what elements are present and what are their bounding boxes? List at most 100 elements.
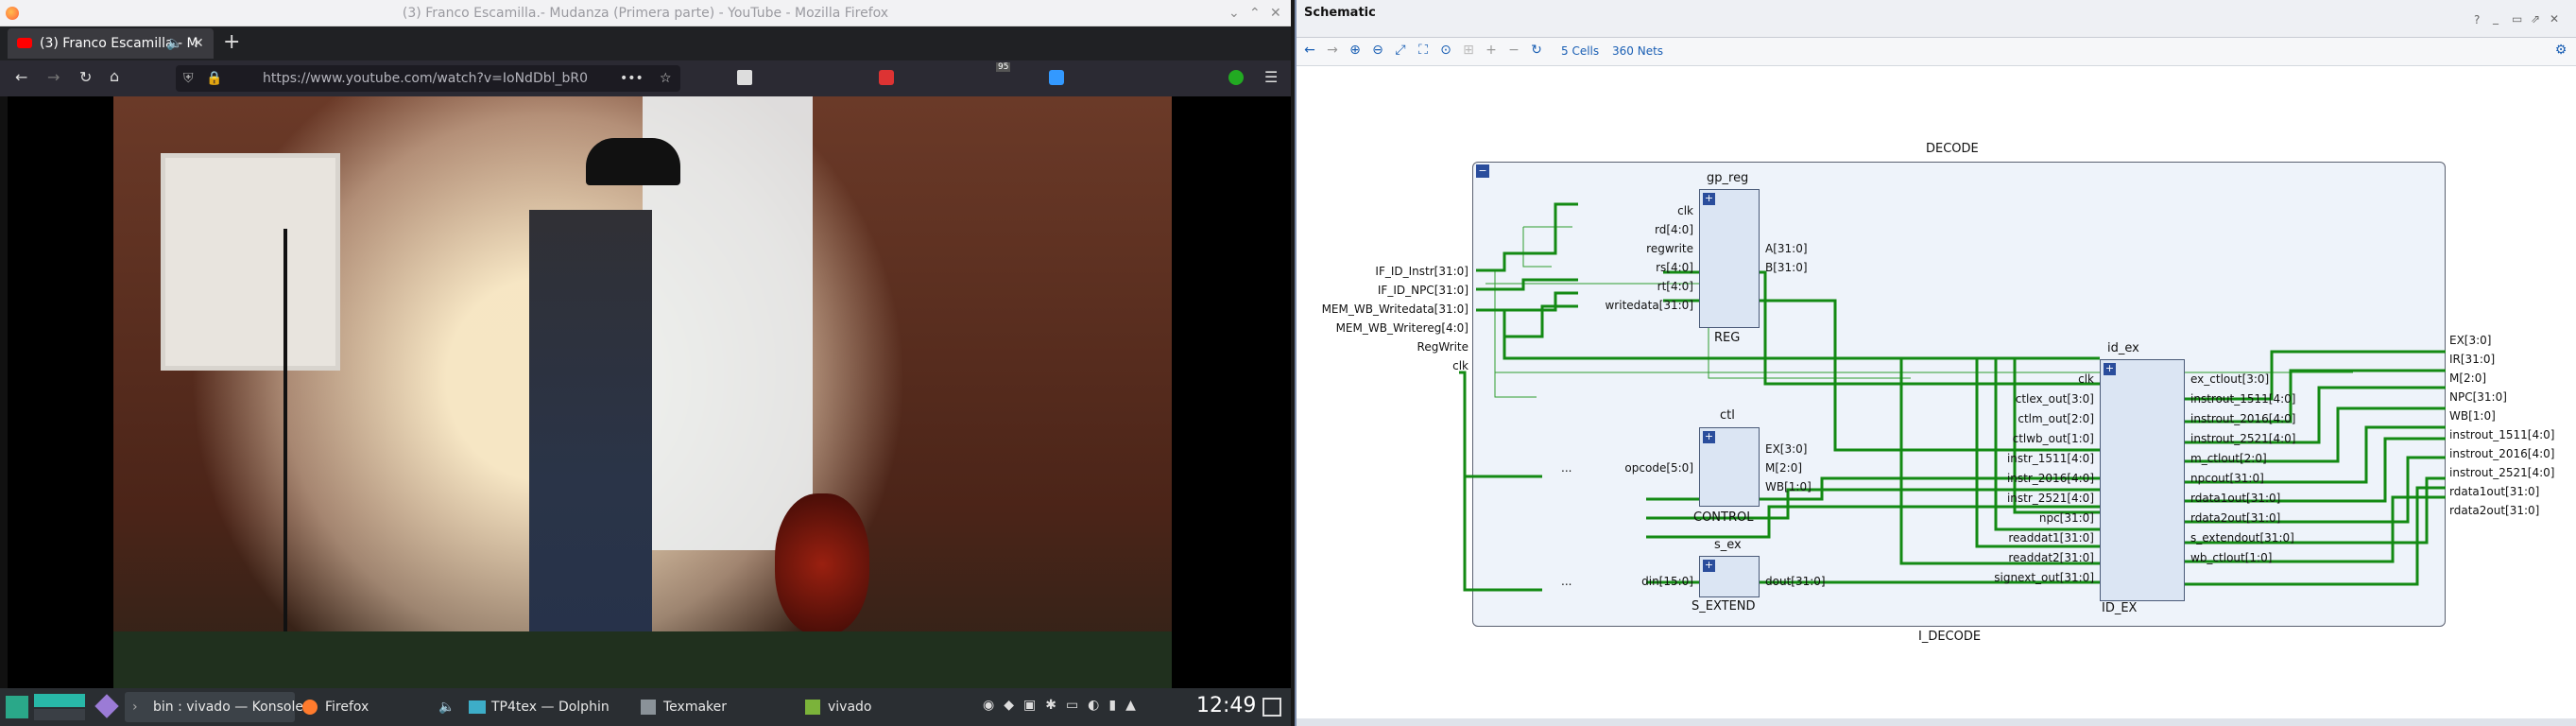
port-if-id-npc[interactable]: IF_ID_NPC[31:0] [1365, 284, 1468, 297]
back-arrow-icon[interactable]: ← [1300, 43, 1319, 58]
id-ex-npc: npc[31:0] [2038, 511, 2094, 525]
tab-close-icon[interactable]: ✕ [193, 28, 204, 59]
vivado-bottom-border [1297, 718, 2576, 726]
tab-youtube[interactable]: (3) Franco Escamilla.- M 🔈 ✕ [8, 28, 214, 59]
restore-panel-icon[interactable]: ▭ [2512, 12, 2522, 26]
port-mem-wb-writereg[interactable]: MEM_WB_Writereg[4:0] [1308, 321, 1468, 335]
zoom-fit-icon[interactable]: ⤢ [1391, 43, 1410, 58]
expand-s-ex-icon[interactable]: + [1703, 560, 1715, 572]
back-icon[interactable]: ← [15, 68, 27, 86]
gp-reg-rt: rt[4:0] [1657, 280, 1693, 293]
id-ex-ex-ctlout: ex_ctlout[3:0] [2190, 372, 2270, 386]
zoom-out-icon[interactable]: ⊖ [1368, 43, 1387, 58]
window-title: (3) Franco Escamilla.- Mudanza (Primera … [402, 6, 889, 21]
speaker-icon[interactable]: 🔈 [166, 28, 182, 59]
port-regwrite[interactable]: RegWrite [1365, 340, 1468, 354]
extension-green-icon[interactable] [1228, 70, 1244, 85]
home-icon[interactable]: ⌂ [110, 67, 119, 85]
forward-arrow-icon[interactable]: → [1323, 43, 1342, 58]
id-ex-instr-2016: instr_2016[4:0] [2006, 472, 2094, 485]
clock[interactable]: 12:49 [1196, 694, 1256, 717]
tray-icons[interactable]: ◉◆▣✱▭◐▮▲ [983, 698, 1145, 713]
zoom-in-icon[interactable]: ⊕ [1346, 43, 1365, 58]
remove-icon[interactable]: − [1504, 43, 1523, 58]
app-launcher-icon[interactable] [6, 696, 28, 718]
close-icon[interactable]: ✕ [1270, 0, 1281, 26]
task-konsole[interactable]: › bin : vivado — Konsole [125, 692, 303, 722]
expand-id-ex-icon[interactable]: + [2104, 363, 2116, 375]
minimize-panel-icon[interactable]: _ [2493, 11, 2499, 25]
maximize-icon[interactable]: ⌃ [1249, 0, 1261, 26]
float-panel-icon[interactable]: ⇗ [2531, 12, 2540, 26]
port-rdata2out[interactable]: rdata2out[31:0] [2449, 504, 2539, 517]
task-vivado-label: vivado [828, 700, 872, 715]
schematic-panel-header: Schematic ? _ ▭ ⇗ ✕ [1297, 0, 2576, 38]
task-dolphin[interactable]: TP4tex — Dolphin [463, 692, 633, 722]
id-ex-rdata2out: rdata2out[31:0] [2190, 511, 2281, 525]
port-if-id-instr[interactable]: IF_ID_Instr[31:0] [1365, 265, 1468, 278]
regenerate-icon[interactable]: ↻ [1527, 43, 1546, 58]
add-icon[interactable]: + [1482, 43, 1501, 58]
video-player[interactable] [0, 96, 1291, 688]
library-icon[interactable] [737, 70, 752, 85]
texmaker-icon [641, 700, 656, 715]
port-wb[interactable]: WB[1:0] [2449, 409, 2496, 423]
folder-icon [469, 700, 486, 714]
port-instrout-2521[interactable]: instrout_2521[4:0] [2449, 466, 2554, 479]
cells-link[interactable]: 5 Cells [1561, 44, 1599, 58]
port-clk[interactable]: clk [1365, 359, 1468, 372]
gp-reg-b: B[31:0] [1765, 261, 1808, 274]
navigation-bar: ← → ↻ ⌂ ⛨ 🔒 https://www.youtube.com/watc… [0, 60, 1291, 96]
new-tab-icon[interactable]: + [223, 30, 240, 54]
settings-gear-icon[interactable]: ⚙ [2551, 43, 2570, 58]
activities-icon[interactable] [94, 694, 119, 718]
audio-playing-icon[interactable]: 🔈 [438, 692, 455, 722]
port-instrout-1511[interactable]: instrout_1511[4:0] [2449, 428, 2554, 441]
video-frame [113, 96, 1172, 688]
port-instrout-2016[interactable]: instrout_2016[4:0] [2449, 447, 2554, 460]
task-vivado[interactable]: vivado [799, 692, 970, 722]
expand-ctl-icon[interactable]: + [1703, 431, 1715, 443]
port-rdata1out[interactable]: rdata1out[31:0] [2449, 485, 2539, 498]
gp-reg-cell[interactable] [1699, 189, 1760, 328]
forward-icon[interactable]: → [47, 68, 60, 86]
schematic-canvas[interactable]: DECODE − I_DECODE IF_ID_Instr[31:0] IF_I… [1297, 66, 2576, 718]
port-npc[interactable]: NPC[31:0] [2449, 390, 2507, 404]
reload-icon[interactable]: ↻ [79, 68, 92, 86]
select-icon[interactable]: ⊙ [1436, 43, 1455, 58]
gp-reg-writedata: writedata[31:0] [1605, 299, 1693, 312]
url-text: https://www.youtube.com/watch?v=IoNdDbl_… [263, 71, 589, 86]
url-bar[interactable]: ⛨ 🔒 https://www.youtube.com/watch?v=IoNd… [176, 65, 680, 92]
minimize-icon[interactable]: ⌄ [1228, 0, 1240, 26]
task-firefox[interactable]: Firefox 🔈 [297, 692, 457, 722]
window-shutter [161, 153, 340, 371]
s-ex-type: S_EXTEND [1692, 599, 1756, 614]
port-mem-wb-writedata[interactable]: MEM_WB_Writedata[31:0] [1308, 302, 1468, 316]
panel-title: Schematic [1304, 6, 1376, 20]
id-ex-npcout: npcout[31:0] [2190, 472, 2264, 485]
port-ir[interactable]: IR[31:0] [2449, 353, 2495, 366]
zoom-area-icon[interactable]: ⛶ [1414, 43, 1433, 58]
port-m[interactable]: M[2:0] [2449, 372, 2486, 385]
close-panel-icon[interactable]: ✕ [2550, 12, 2559, 26]
expand-gp-reg-icon[interactable]: + [1703, 193, 1715, 205]
pager-desktop2[interactable] [34, 709, 85, 720]
show-desktop-icon[interactable] [1262, 698, 1281, 717]
extension-red-icon[interactable] [879, 70, 894, 85]
star-icon[interactable]: ☆ [660, 65, 672, 92]
extension-blue-icon[interactable] [1049, 70, 1064, 85]
id-ex-instrout-2016: instrout_2016[4:0] [2190, 412, 2296, 425]
s-ex-din: din[15:0] [1641, 575, 1693, 588]
nets-link[interactable]: 360 Nets [1612, 44, 1663, 58]
more-icon[interactable]: ••• [620, 65, 644, 92]
task-texmaker[interactable]: Texmaker [635, 692, 796, 722]
id-ex-cell[interactable] [2100, 359, 2185, 601]
expand-icon[interactable]: ⊞ [1459, 43, 1478, 58]
ctl-dots: ... [1561, 461, 1572, 475]
id-ex-m-ctlout: m_ctlout[2:0] [2190, 452, 2267, 465]
help-icon[interactable]: ? [2474, 13, 2480, 26]
vivado-window: Schematic ? _ ▭ ⇗ ✕ ← → ⊕ ⊖ ⤢ ⛶ ⊙ ⊞ + − … [1295, 0, 2576, 726]
port-ex[interactable]: EX[3:0] [2449, 334, 2491, 347]
menu-icon[interactable]: ☰ [1264, 68, 1278, 86]
pager[interactable] [34, 694, 85, 707]
